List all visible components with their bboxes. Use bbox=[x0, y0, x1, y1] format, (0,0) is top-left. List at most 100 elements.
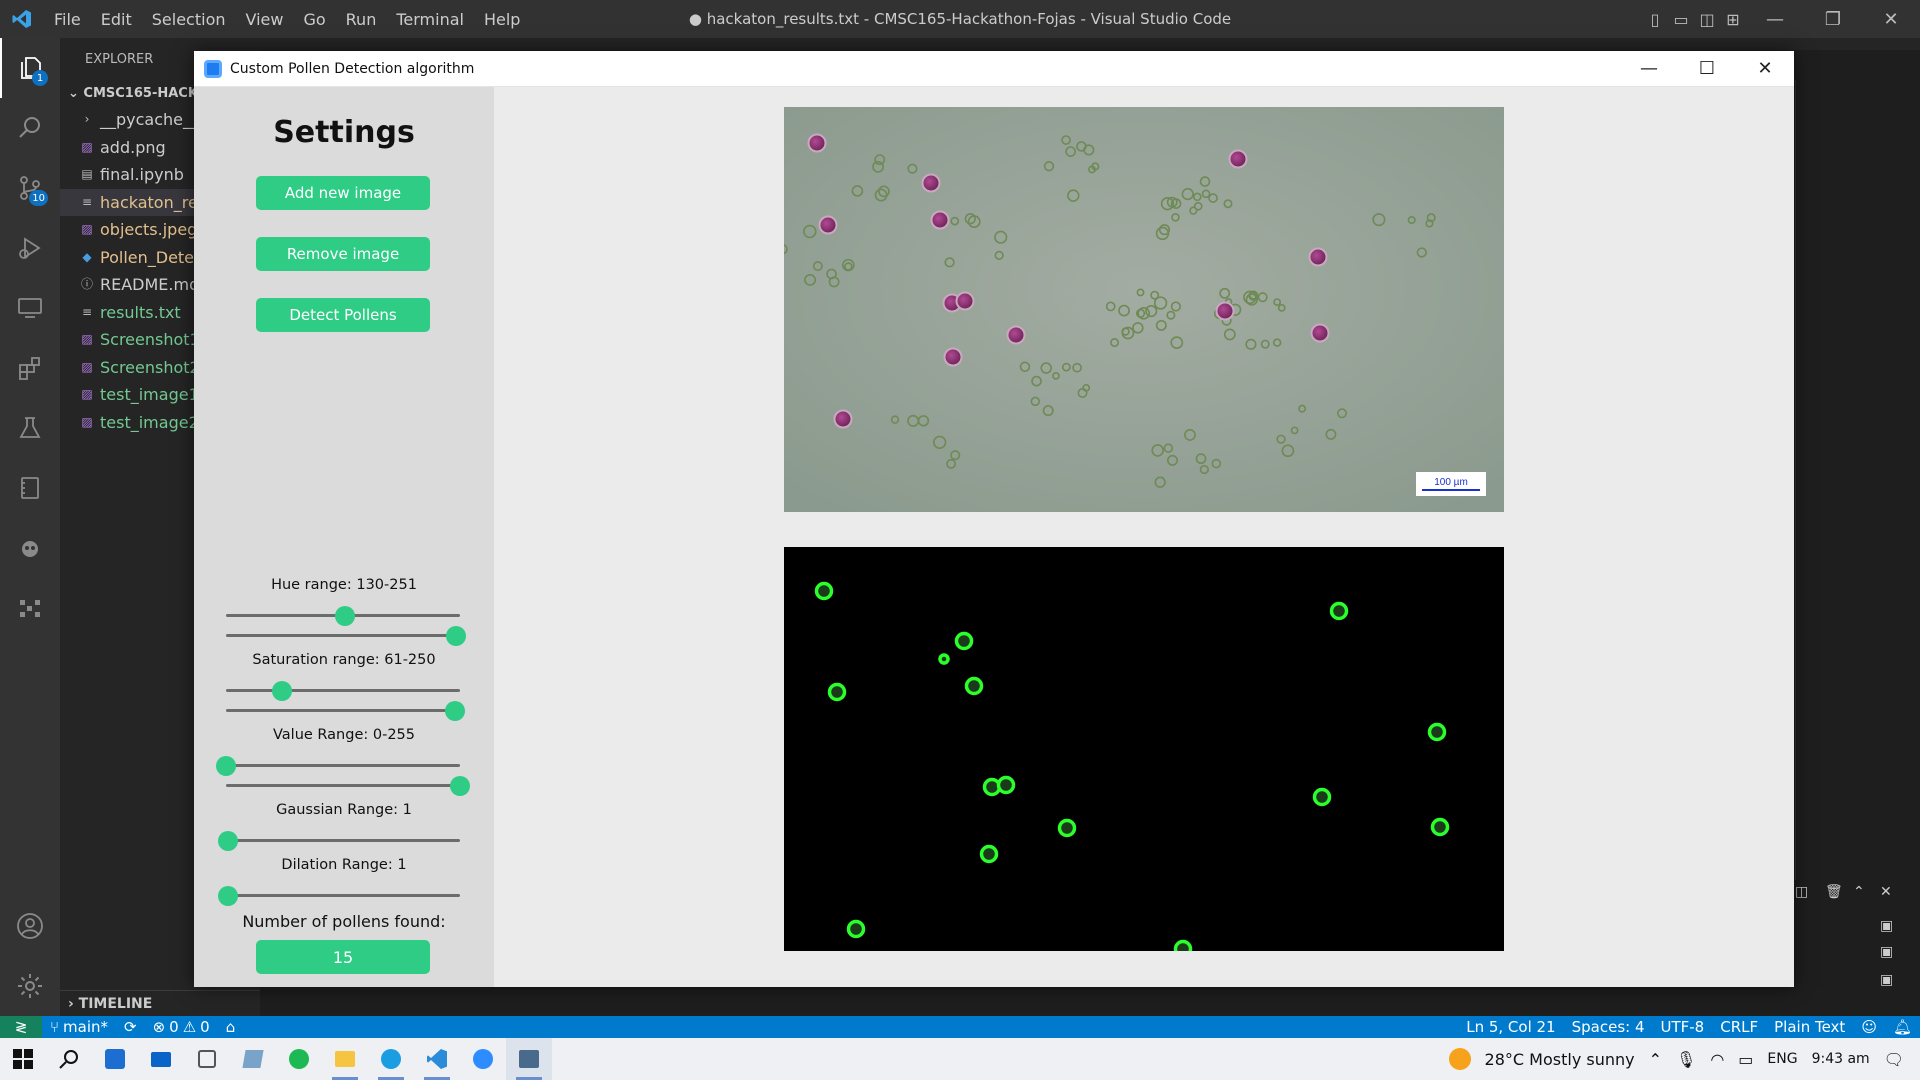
timeline-section[interactable]: › TIMELINE bbox=[60, 990, 260, 1016]
terminal-1-icon[interactable]: ▣ bbox=[1880, 918, 1893, 934]
restore-icon[interactable]: ❐ bbox=[1804, 0, 1862, 38]
microphone-icon[interactable]: 🎙︎ bbox=[1676, 1050, 1696, 1069]
clock[interactable]: 9:43 am bbox=[1812, 1051, 1870, 1067]
chevron-up-icon[interactable]: ⌃ bbox=[1853, 884, 1865, 900]
testing-icon[interactable] bbox=[0, 398, 60, 458]
terminal-2-icon[interactable]: ▣ bbox=[1880, 944, 1893, 960]
hue-max-knob[interactable] bbox=[446, 625, 467, 646]
explorer-icon[interactable]: 1 bbox=[0, 38, 60, 98]
terminal-3-icon[interactable]: ▣ bbox=[1880, 972, 1893, 988]
menu-go[interactable]: Go bbox=[293, 10, 335, 29]
problems-status[interactable]: ⊗ 0 ⚠ 0 bbox=[145, 1018, 218, 1036]
indentation[interactable]: Spaces: 4 bbox=[1564, 1018, 1653, 1036]
hue-max-slider[interactable] bbox=[226, 625, 467, 646]
error-icon: ⊗ bbox=[152, 1018, 166, 1036]
mail-icon[interactable] bbox=[138, 1038, 184, 1080]
hue-min-knob[interactable] bbox=[335, 605, 356, 626]
value-min-slider[interactable] bbox=[216, 755, 460, 776]
app-icon[interactable] bbox=[230, 1038, 276, 1080]
remote-explorer-icon[interactable] bbox=[0, 278, 60, 338]
todo-icon[interactable] bbox=[184, 1038, 230, 1080]
split-terminal-icon[interactable]: ◫ bbox=[1795, 884, 1808, 900]
panel-close-icon[interactable]: ✕ bbox=[1880, 884, 1892, 900]
input-language[interactable]: ENG bbox=[1767, 1051, 1797, 1067]
stained-pollen bbox=[930, 210, 950, 230]
branch-status[interactable]: ⑂ main* bbox=[42, 1018, 116, 1036]
menu-file[interactable]: File bbox=[44, 10, 91, 29]
app-maximize-icon[interactable]: ☐ bbox=[1678, 51, 1736, 87]
language-mode[interactable]: Plain Text bbox=[1766, 1018, 1853, 1036]
add-image-button[interactable]: Add new image bbox=[256, 176, 430, 210]
accounts-icon[interactable] bbox=[0, 896, 60, 956]
customize-layout-icon[interactable]: ⊞ bbox=[1720, 0, 1746, 38]
copilot-icon[interactable] bbox=[0, 518, 60, 578]
trash-icon[interactable]: 🗑 bbox=[1825, 884, 1843, 900]
encoding[interactable]: UTF-8 bbox=[1653, 1018, 1713, 1036]
app-close-icon[interactable]: ✕ bbox=[1736, 51, 1794, 87]
zoom-icon[interactable] bbox=[460, 1038, 506, 1080]
spotify-icon[interactable] bbox=[276, 1038, 322, 1080]
stained-pollen bbox=[921, 173, 941, 193]
remove-image-button[interactable]: Remove image bbox=[256, 237, 430, 271]
gaussian-slider[interactable] bbox=[218, 830, 460, 851]
store-icon[interactable] bbox=[92, 1038, 138, 1080]
tray-chevron-icon[interactable]: ⌃ bbox=[1649, 1050, 1662, 1069]
value-max-knob[interactable] bbox=[450, 775, 470, 796]
edge-icon[interactable] bbox=[368, 1038, 414, 1080]
home-icon[interactable]: ⌂ bbox=[218, 1018, 244, 1036]
detect-pollens-button[interactable]: Detect Pollens bbox=[256, 298, 430, 332]
dilation-slider[interactable] bbox=[218, 885, 460, 906]
sync-icon[interactable]: ⟳ bbox=[116, 1018, 145, 1036]
jupyter-icon[interactable] bbox=[0, 458, 60, 518]
battery-icon[interactable]: ▭ bbox=[1738, 1050, 1753, 1069]
gaussian-knob[interactable] bbox=[218, 830, 239, 851]
app-minimize-icon[interactable]: — bbox=[1620, 51, 1678, 87]
hue-min-slider[interactable] bbox=[226, 605, 460, 626]
detected-pollen-contour bbox=[846, 919, 866, 939]
weather-icon[interactable] bbox=[1448, 1048, 1471, 1070]
saturation-min-knob[interactable] bbox=[271, 680, 292, 701]
menu-edit[interactable]: Edit bbox=[91, 10, 142, 29]
extensions-icon[interactable] bbox=[0, 338, 60, 398]
dilation-knob[interactable] bbox=[218, 885, 239, 906]
python-file-icon: ◆ bbox=[82, 249, 92, 264]
remote-icon[interactable]: ≷ bbox=[0, 1016, 42, 1038]
minimize-icon[interactable]: — bbox=[1746, 0, 1804, 38]
value-min-knob[interactable] bbox=[216, 755, 236, 776]
feedback-icon[interactable]: ☺ bbox=[1853, 1018, 1885, 1036]
python-app-icon[interactable] bbox=[506, 1038, 552, 1080]
stained-pollen bbox=[1006, 325, 1026, 345]
end-of-line[interactable]: CRLF bbox=[1712, 1018, 1766, 1036]
toggle-sidebar-icon[interactable]: ▯ bbox=[1642, 0, 1668, 38]
notification-center-icon[interactable]: 🗨︎ bbox=[1884, 1050, 1904, 1069]
wifi-icon[interactable]: ◠ bbox=[1710, 1050, 1724, 1069]
notifications-bell-icon[interactable]: 🔔︎ bbox=[1885, 1018, 1920, 1036]
weather-text[interactable]: 28°C Mostly sunny bbox=[1485, 1050, 1635, 1069]
cursor-position[interactable]: Ln 5, Col 21 bbox=[1458, 1018, 1563, 1036]
toggle-panel-icon[interactable]: ▭ bbox=[1668, 0, 1694, 38]
value-max-slider[interactable] bbox=[226, 775, 470, 796]
manage-gear-icon[interactable] bbox=[0, 956, 60, 1016]
graph-icon[interactable] bbox=[0, 578, 60, 638]
file-explorer-icon[interactable] bbox=[322, 1038, 368, 1080]
close-icon[interactable]: ✕ bbox=[1862, 0, 1920, 38]
menu-run[interactable]: Run bbox=[336, 10, 387, 29]
saturation-max-knob[interactable] bbox=[445, 700, 466, 721]
vscode-taskbar-icon[interactable] bbox=[414, 1038, 460, 1080]
menu-help[interactable]: Help bbox=[474, 10, 530, 29]
menu-selection[interactable]: Selection bbox=[142, 10, 236, 29]
source-control-icon[interactable]: 10 bbox=[0, 158, 60, 218]
run-debug-icon[interactable] bbox=[0, 218, 60, 278]
windows-start-icon[interactable] bbox=[0, 1038, 46, 1080]
menu-terminal[interactable]: Terminal bbox=[386, 10, 474, 29]
taskbar-search-icon[interactable] bbox=[46, 1038, 92, 1080]
saturation-max-slider[interactable] bbox=[226, 700, 466, 721]
saturation-min-slider[interactable] bbox=[226, 680, 460, 701]
warning-count: 0 bbox=[200, 1018, 210, 1036]
menu-view[interactable]: View bbox=[236, 10, 294, 29]
toggle-secondary-sidebar-icon[interactable]: ◫ bbox=[1694, 0, 1720, 38]
detected-pollen-contour bbox=[996, 775, 1016, 795]
microscope-image: 100 µm bbox=[784, 107, 1504, 512]
search-icon[interactable] bbox=[0, 98, 60, 158]
detected-pollen-contour bbox=[1312, 787, 1332, 807]
